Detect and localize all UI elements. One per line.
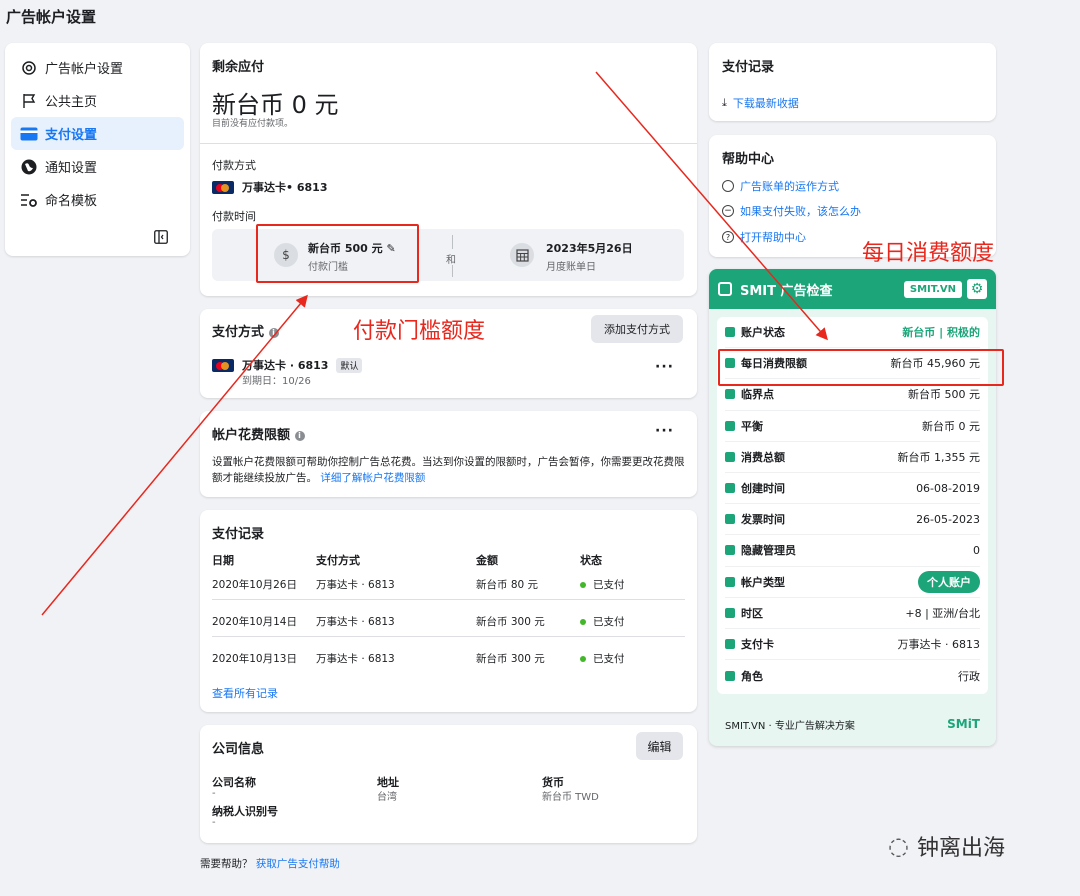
- wechat-icon: ◌: [888, 832, 909, 860]
- threshold-arrow: [41, 294, 308, 616]
- annotation-arrows: [41, 71, 828, 616]
- watermark-text: 钟离出海: [916, 836, 1005, 861]
- watermark: ◌ 钟离出海: [888, 830, 1005, 862]
- daily-limit-arrow: [595, 71, 828, 341]
